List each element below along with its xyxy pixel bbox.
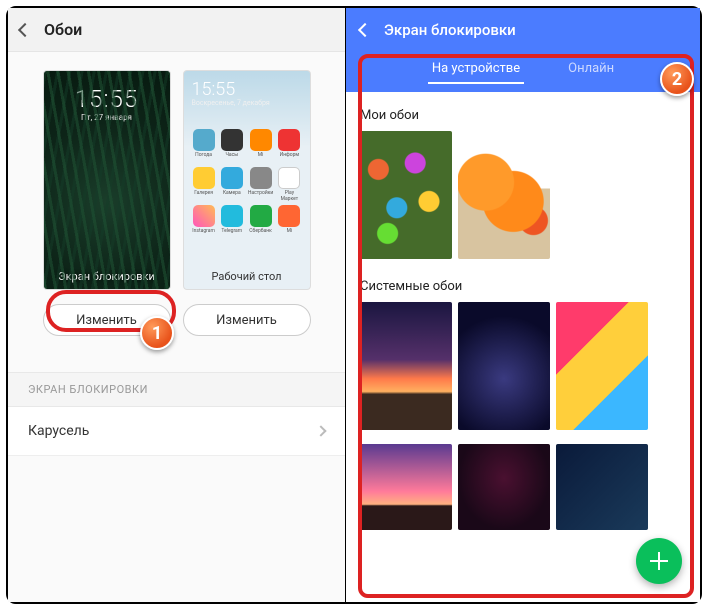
add-wallpaper-fab[interactable] — [636, 538, 682, 584]
wallpaper-thumb[interactable] — [458, 444, 550, 530]
page-title: Экран блокировки — [384, 21, 516, 39]
app-icon — [221, 167, 243, 189]
home-label: Рабочий стол — [184, 270, 310, 283]
app-icon — [250, 167, 272, 189]
chevron-right-icon — [315, 425, 326, 436]
wallpaper-thumb[interactable] — [556, 444, 648, 530]
lockscreen-section-header: ЭКРАН БЛОКИРОВКИ — [8, 372, 345, 407]
lockscreen-preview[interactable]: 15:55 Пт, 27 января Экран блокировки — [43, 70, 171, 290]
right-header: Экран блокировки — [346, 8, 700, 52]
lock-clock: 15:55 — [44, 85, 170, 113]
page-title: Обои — [44, 20, 82, 39]
app-icon — [193, 205, 215, 227]
app-icon — [278, 167, 300, 189]
wallpaper-thumb[interactable] — [458, 302, 550, 430]
change-buttons-row: Изменить Изменить — [8, 298, 345, 354]
app-icon — [193, 167, 215, 189]
change-lockscreen-button[interactable]: Изменить — [43, 304, 171, 336]
wallpaper-thumb[interactable] — [360, 131, 452, 259]
system-wallpapers-row — [346, 302, 700, 444]
app-icon — [193, 129, 215, 151]
wallpaper-thumb[interactable] — [458, 131, 550, 259]
wallpaper-thumb[interactable] — [360, 444, 452, 530]
home-date: Воскресенье, 7 декабря — [192, 99, 270, 107]
app-icon — [250, 129, 272, 151]
homescreen-preview-card: 15:55 Воскресенье, 7 декабря Погода Часы… — [183, 70, 311, 290]
app-icon — [221, 205, 243, 227]
change-homescreen-button[interactable]: Изменить — [183, 304, 311, 336]
wallpaper-thumb[interactable] — [556, 302, 648, 430]
system-wallpapers-header: Системные обои — [346, 273, 700, 302]
source-tabs: На устройстве Онлайн — [346, 52, 700, 92]
lockscreen-preview-card: 15:55 Пт, 27 января Экран блокировки — [43, 70, 171, 290]
my-wallpapers-header: Мои обои — [346, 102, 700, 131]
home-icons-grid: Погода Часы Mi Информ Галерея Камера Нас… — [192, 129, 302, 267]
system-wallpapers-row-2 — [346, 444, 700, 544]
tab-on-device[interactable]: На устройстве — [432, 61, 520, 84]
left-header: Обои — [8, 8, 345, 52]
lock-label: Экран блокировки — [44, 270, 170, 283]
carousel-item[interactable]: Карусель — [8, 407, 345, 456]
app-icon — [250, 205, 272, 227]
wallpaper-thumb[interactable] — [360, 302, 452, 430]
back-icon[interactable] — [358, 23, 372, 37]
home-clock: 15:55 — [192, 79, 236, 100]
wallpaper-groups: Мои обои Системные обои — [346, 92, 700, 544]
app-icon — [221, 129, 243, 151]
lock-date: Пт, 27 января — [44, 113, 170, 122]
app-icon — [278, 205, 300, 227]
tab-online[interactable]: Онлайн — [568, 61, 614, 84]
my-wallpapers-row — [346, 131, 700, 273]
wallpaper-previews: 15:55 Пт, 27 января Экран блокировки 15:… — [8, 52, 345, 298]
homescreen-preview[interactable]: 15:55 Воскресенье, 7 декабря Погода Часы… — [183, 70, 311, 290]
wallpaper-settings-screen: Обои 15:55 Пт, 27 января Экран блокировк… — [8, 8, 346, 602]
app-icon — [278, 129, 300, 151]
back-icon[interactable] — [18, 22, 32, 36]
lockscreen-picker-screen: Экран блокировки На устройстве Онлайн Мо… — [346, 8, 700, 602]
carousel-label: Карусель — [28, 423, 89, 439]
screenshot-composite: Обои 15:55 Пт, 27 января Экран блокировк… — [6, 6, 702, 604]
